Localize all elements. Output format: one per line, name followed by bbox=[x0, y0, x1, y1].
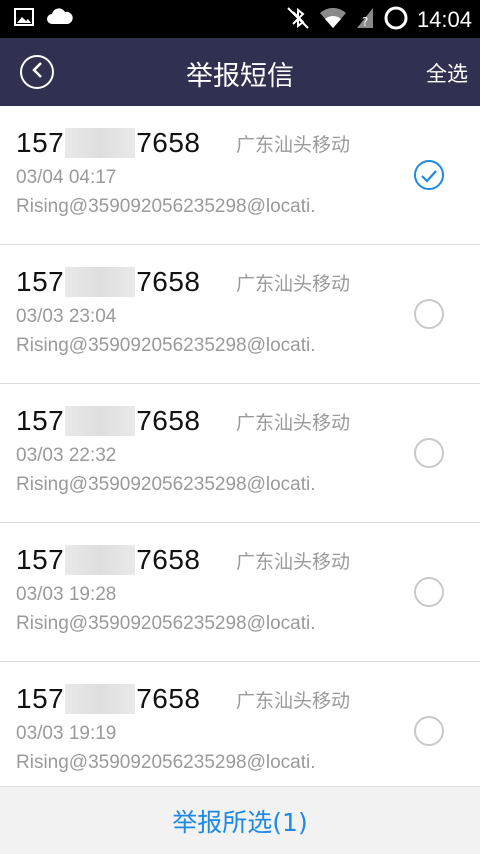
number-prefix: 157 bbox=[16, 405, 65, 436]
svg-text:?: ? bbox=[362, 15, 368, 29]
number-suffix: 7658 bbox=[136, 127, 201, 158]
list-item[interactable]: 157 7658 广东汕头移动 03/03 19:19 Rising@35909… bbox=[0, 662, 480, 786]
message-time: 03/03 19:19 bbox=[16, 723, 117, 744]
number-prefix: 157 bbox=[16, 127, 65, 158]
sync-icon bbox=[383, 5, 409, 35]
checkbox[interactable] bbox=[414, 716, 444, 746]
number-prefix: 157 bbox=[16, 544, 65, 575]
report-selected-button[interactable]: 举报所选(1) bbox=[172, 803, 307, 839]
bottom-action-bar: 举报所选(1) bbox=[0, 786, 480, 854]
carrier-label: 广东汕头移动 bbox=[236, 412, 351, 434]
number-suffix: 7658 bbox=[136, 544, 201, 575]
checkbox-checked[interactable] bbox=[414, 160, 444, 190]
number-prefix: 157 bbox=[16, 683, 65, 714]
number-suffix: 7658 bbox=[136, 266, 201, 297]
top-app-bar: 举报短信 全选 bbox=[0, 38, 480, 106]
message-time: 03/03 19:28 bbox=[16, 584, 117, 605]
redacted-mask bbox=[65, 545, 136, 575]
phone-number: 157 7658 bbox=[16, 544, 201, 576]
carrier-label: 广东汕头移动 bbox=[236, 273, 351, 295]
carrier-label: 广东汕头移动 bbox=[236, 551, 351, 573]
message-time: 03/04 04:17 bbox=[16, 167, 117, 188]
wifi-icon bbox=[319, 6, 347, 34]
bluetooth-off-icon bbox=[285, 5, 311, 35]
redacted-mask bbox=[65, 684, 136, 714]
message-preview: Rising@359092056235298@locati. bbox=[16, 613, 316, 634]
cloud-icon bbox=[46, 8, 74, 30]
signal-icon: ? bbox=[355, 6, 375, 34]
phone-number: 157 7658 bbox=[16, 405, 201, 437]
phone-number: 157 7658 bbox=[16, 683, 201, 715]
carrier-label: 广东汕头移动 bbox=[236, 690, 351, 712]
redacted-mask bbox=[65, 267, 136, 297]
message-preview: Rising@359092056235298@locati. bbox=[16, 196, 316, 217]
list-item[interactable]: 157 7658 广东汕头移动 03/03 19:28 Rising@35909… bbox=[0, 523, 480, 662]
list-item[interactable]: 157 7658 广东汕头移动 03/04 04:17 Rising@35909… bbox=[0, 106, 480, 245]
redacted-mask bbox=[65, 406, 136, 436]
check-icon bbox=[421, 168, 437, 187]
message-time: 03/03 23:04 bbox=[16, 306, 117, 327]
message-preview: Rising@359092056235298@locati. bbox=[16, 335, 316, 356]
phone-number: 157 7658 bbox=[16, 127, 201, 159]
number-prefix: 157 bbox=[16, 266, 65, 297]
status-bar: ? 14:04 bbox=[0, 0, 480, 38]
image-icon bbox=[14, 8, 34, 30]
number-suffix: 7658 bbox=[136, 683, 201, 714]
clock: 14:04 bbox=[416, 7, 472, 32]
checkbox[interactable] bbox=[414, 438, 444, 468]
message-preview: Rising@359092056235298@locati. bbox=[16, 752, 316, 773]
message-time: 03/03 22:32 bbox=[16, 445, 117, 466]
page-title: 举报短信 bbox=[186, 61, 294, 92]
number-suffix: 7658 bbox=[136, 405, 201, 436]
message-list: 157 7658 广东汕头移动 03/04 04:17 Rising@35909… bbox=[0, 106, 480, 786]
checkbox[interactable] bbox=[414, 577, 444, 607]
checkbox[interactable] bbox=[414, 299, 444, 329]
select-all-button[interactable]: 全选 bbox=[426, 58, 468, 88]
redacted-mask bbox=[65, 128, 136, 158]
list-item[interactable]: 157 7658 广东汕头移动 03/03 23:04 Rising@35909… bbox=[0, 245, 480, 384]
carrier-label: 广东汕头移动 bbox=[236, 134, 351, 156]
message-preview: Rising@359092056235298@locati. bbox=[16, 474, 316, 495]
list-item[interactable]: 157 7658 广东汕头移动 03/03 22:32 Rising@35909… bbox=[0, 384, 480, 523]
phone-number: 157 7658 bbox=[16, 266, 201, 298]
